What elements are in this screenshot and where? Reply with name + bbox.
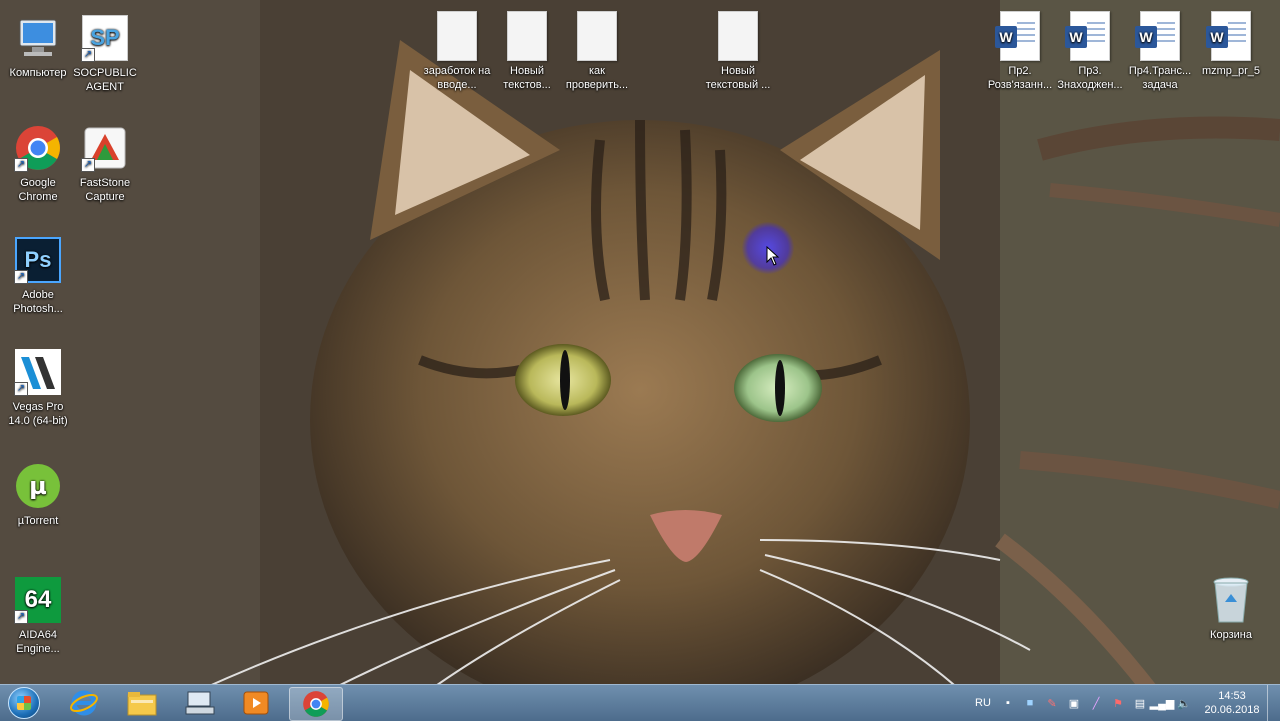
blue-app-icon[interactable]: ■	[1022, 695, 1038, 711]
desktop-icon-label: Пр2. Розв'язанн...	[987, 65, 1053, 91]
desktop-icon-aida64[interactable]: 64 ↗ AIDA64 Engine...	[0, 576, 76, 656]
desktop-icon-label: заработок на вводе...	[423, 65, 491, 91]
taskbar-explorer[interactable]	[116, 687, 168, 719]
desktop-icon-label: Новый текстов...	[503, 65, 551, 91]
faststone-icon: ↗	[81, 124, 129, 172]
desktop-icon-label: Пр3. Знаходжен...	[1057, 65, 1123, 91]
network-manager-icon[interactable]: ▪	[1000, 695, 1016, 711]
desktop-icon-label: Компьютер	[9, 67, 67, 79]
text-file-icon	[714, 11, 762, 61]
desktop-icon-label: FastStone Capture	[79, 177, 131, 203]
desktop-wallpaper-cat	[0, 0, 1280, 690]
desktop-file-pr3[interactable]: W Пр3. Знаходжен...	[1052, 11, 1128, 92]
system-tray: RU ▪ ■ ✎ ▣ ╱ ⚑ ▤ ▂▄▆ 🔈 14:53 20.06.2018	[969, 685, 1280, 721]
usb-icon[interactable]: ▣	[1066, 695, 1082, 711]
shortcut-arrow-icon: ↗	[81, 158, 95, 172]
text-file-icon	[433, 11, 481, 61]
explorer-folder-icon	[127, 692, 157, 716]
word-doc-icon: W	[995, 11, 1044, 61]
vegas-icon: ↗	[14, 348, 62, 396]
taskbar: RU ▪ ■ ✎ ▣ ╱ ⚑ ▤ ▂▄▆ 🔈 14:53 20.06.2018	[0, 684, 1280, 721]
aida64-icon: 64 ↗	[14, 576, 62, 624]
windows-orb-icon	[8, 687, 40, 719]
desktop-file-kak-proverit[interactable]: как проверить...	[559, 11, 635, 92]
chrome-icon	[303, 691, 329, 717]
text-file-icon	[573, 11, 621, 61]
photoshop-icon: Ps ↗	[14, 236, 62, 284]
utorrent-icon: µ	[14, 462, 62, 510]
desktop-file-mzmp-pr-5[interactable]: W mzmp_pr_5	[1193, 11, 1269, 78]
shortcut-arrow-icon: ↗	[14, 382, 28, 396]
svg-text:µ: µ	[29, 472, 47, 500]
desktop-icon-label: Vegas Pro 14.0 (64-bit)	[8, 401, 68, 427]
desktop-icon-label: Новый текстовый ...	[705, 65, 771, 91]
chrome-icon: ↗	[14, 124, 62, 172]
socpublic-icon: SP ↗	[81, 14, 129, 62]
desktop-file-pr4[interactable]: W Пр4.Транс... задача	[1122, 11, 1198, 92]
computer-icon	[14, 14, 62, 62]
desktop-file-pr2[interactable]: W Пр2. Розв'язанн...	[982, 11, 1058, 92]
desktop-icon-label: Adobe Photosh...	[13, 289, 63, 315]
desktop-icon-utorrent[interactable]: µ µTorrent	[0, 462, 76, 528]
taskbar-internet-explorer[interactable]	[58, 687, 110, 719]
desktop-icon-label: как проверить...	[565, 65, 629, 91]
desktop-icon-label: AIDA64 Engine...	[16, 629, 60, 655]
recycle-bin-icon	[1207, 576, 1255, 624]
shortcut-arrow-icon: ↗	[81, 48, 95, 62]
desktop-icon-google-chrome[interactable]: ↗ Google Chrome	[0, 124, 76, 204]
desktop-icon-label: Корзина	[1210, 629, 1252, 641]
shortcut-arrow-icon: ↗	[14, 270, 28, 284]
network-signal-icon[interactable]: ▂▄▆	[1150, 695, 1175, 711]
language-indicator[interactable]: RU	[972, 695, 994, 711]
desktop-icon-label: SOCPUBLIC AGENT	[73, 67, 137, 93]
desktop-icon-label: Google Chrome	[18, 177, 58, 203]
desktop-icon-vegas-pro[interactable]: ↗ Vegas Pro 14.0 (64-bit)	[0, 348, 76, 428]
desktop-file-novyi-tekstovyi[interactable]: Новый текстовый ...	[700, 11, 776, 92]
printer-icon[interactable]: ▤	[1132, 695, 1148, 711]
word-doc-icon: W	[1135, 11, 1184, 61]
desktop-icon-computer[interactable]: Компьютер	[0, 14, 76, 80]
desktop-icon-adobe-photoshop[interactable]: Ps ↗ Adobe Photosh...	[0, 236, 76, 316]
clock-date: 20.06.2018	[1204, 704, 1260, 716]
pen-icon[interactable]: ╱	[1088, 695, 1104, 711]
red-tool-icon[interactable]: ✎	[1044, 695, 1060, 711]
keyboard-app-icon	[185, 691, 215, 715]
clock[interactable]: 14:53 20.06.2018	[1201, 689, 1263, 717]
word-doc-icon: W	[1206, 11, 1255, 61]
media-player-icon	[243, 691, 269, 715]
taskbar-google-chrome[interactable]	[289, 687, 343, 721]
volume-icon[interactable]: 🔈	[1176, 695, 1192, 711]
desktop-icon-label: Пр4.Транс... задача	[1128, 65, 1192, 91]
start-button[interactable]	[4, 686, 44, 720]
action-center-flag-icon[interactable]: ⚑	[1110, 695, 1126, 711]
clock-time: 14:53	[1218, 690, 1246, 702]
mouse-cursor-icon	[766, 246, 780, 266]
shortcut-arrow-icon: ↗	[14, 610, 28, 624]
desktop-icon-faststone-capture[interactable]: ↗ FastStone Capture	[67, 124, 143, 204]
internet-explorer-icon	[70, 690, 98, 716]
word-doc-icon: W	[1065, 11, 1114, 61]
desktop-icon-socpublic-agent[interactable]: SP ↗ SOCPUBLIC AGENT	[67, 14, 143, 94]
desktop-file-zarabotok[interactable]: заработок на вводе...	[419, 11, 495, 92]
shortcut-arrow-icon: ↗	[14, 158, 28, 172]
desktop-icon-recycle-bin[interactable]: Корзина	[1193, 576, 1269, 642]
taskbar-keyboard-app[interactable]	[174, 687, 226, 719]
desktop-icon-label: mzmp_pr_5	[1201, 65, 1261, 77]
text-file-icon	[503, 11, 551, 61]
desktop-file-novyi-tekstov[interactable]: Новый текстов...	[489, 11, 565, 92]
show-desktop-button[interactable]	[1267, 685, 1280, 721]
taskbar-media-player[interactable]	[230, 687, 282, 719]
desktop-icon-label: µTorrent	[17, 515, 59, 527]
